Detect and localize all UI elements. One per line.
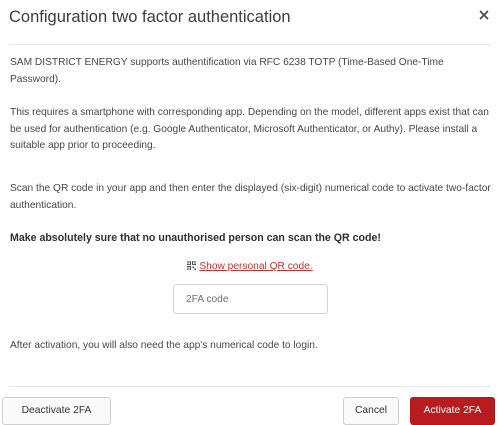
activate-2fa-button[interactable]: Activate 2FA	[410, 397, 495, 425]
qr-code-icon	[187, 261, 197, 270]
two-factor-dialog: Configuration two factor authentication …	[0, 0, 500, 425]
cancel-button[interactable]: Cancel	[343, 397, 399, 425]
close-icon[interactable]	[478, 9, 490, 21]
dialog-header: Configuration two factor authentication	[0, 0, 500, 36]
dialog-title: Configuration two factor authentication	[9, 8, 291, 26]
after-activation-text: After activation, you will also need the…	[10, 340, 318, 351]
security-warning: Make absolutely sure that no unauthorise…	[10, 232, 381, 244]
header-divider	[9, 44, 491, 45]
2fa-code-input[interactable]	[173, 284, 328, 314]
qr-code-row: Show personal QR code.	[0, 259, 500, 275]
footer-divider	[9, 386, 491, 387]
deactivate-2fa-button[interactable]: Deactivate 2FA	[2, 397, 111, 425]
intro-text: SAM DISTRICT ENERGY supports authentific…	[10, 57, 444, 85]
requirements-text: This requires a smartphone with correspo…	[10, 107, 489, 151]
show-qr-code-link[interactable]: Show personal QR code.	[199, 261, 312, 272]
scan-instructions-text: Scan the QR code in your app and then en…	[10, 183, 491, 211]
